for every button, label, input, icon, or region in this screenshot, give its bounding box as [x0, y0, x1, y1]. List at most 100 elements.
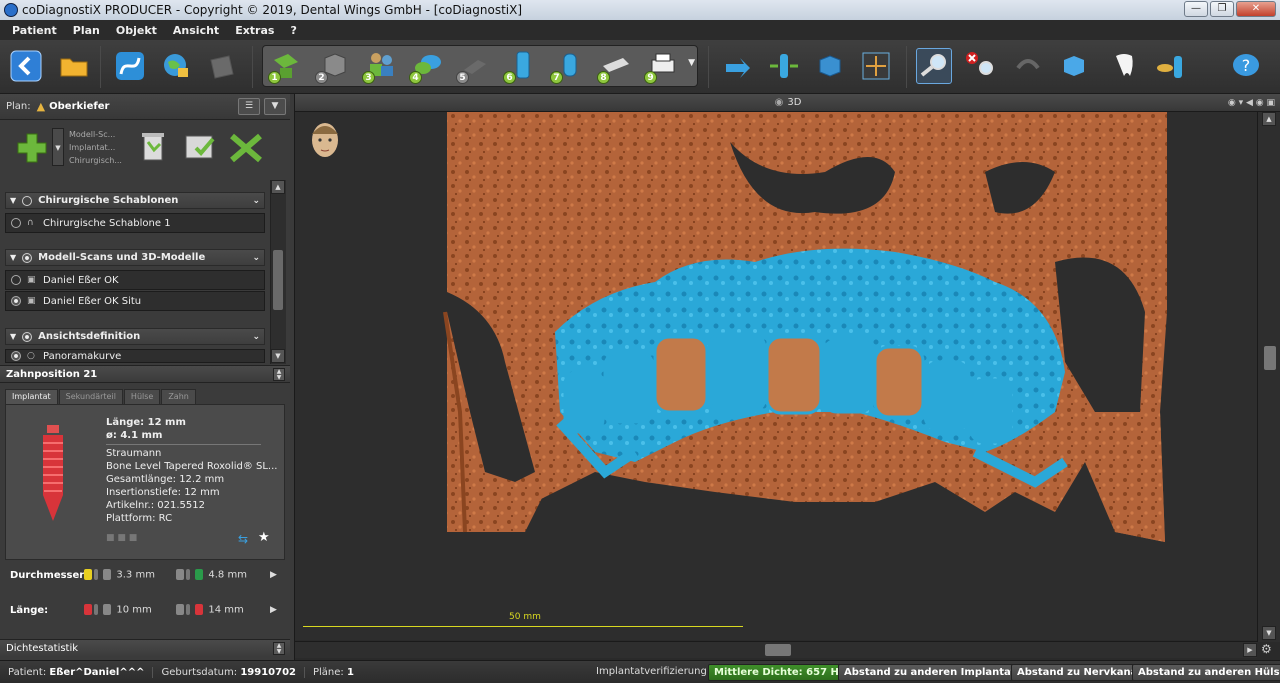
menu-patient[interactable]: Patient [4, 24, 65, 37]
sleeve-key-icon [1157, 56, 1182, 78]
distance-implants-button[interactable]: Abstand zu anderen Implantaten [838, 664, 1036, 681]
select-cube-button[interactable] [812, 48, 848, 84]
plan-bar: Plan: ▲ Oberkiefer ☰ ▼ [0, 94, 290, 120]
3d-scene[interactable]: 50 mm [295, 112, 1257, 640]
move-implant-button[interactable] [766, 48, 802, 84]
tree-item-model-ok[interactable]: ▣ Daniel Eßer OK [5, 270, 265, 290]
undo-button[interactable] [1010, 48, 1046, 84]
menu-ansicht[interactable]: Ansicht [165, 24, 227, 37]
folder-icon [60, 58, 88, 77]
globe-button[interactable] [158, 48, 194, 84]
add-menu-model-scan[interactable]: Modell-Sc... [69, 128, 122, 141]
wizard-step-7[interactable]: 7 [548, 46, 588, 86]
updown-icon[interactable]: ▲ ▼ [273, 642, 285, 655]
layers-button[interactable] [204, 48, 240, 84]
object-button[interactable] [1056, 48, 1092, 84]
collapse-icon[interactable]: ⌄ [252, 196, 260, 206]
open-folder-button[interactable] [56, 48, 92, 84]
diameter-option-large[interactable]: 4.8 mm [176, 569, 247, 581]
scroll-down-icon[interactable]: ▼ [271, 349, 285, 363]
view-controls-icon[interactable]: ◉ ▾ ◀ ◉ ▣ [1228, 94, 1275, 112]
favorite-star-icon[interactable]: ★ [258, 530, 270, 545]
plan-dropdown-button[interactable]: ▼ [264, 98, 286, 115]
close-button[interactable]: ✕ [1236, 1, 1276, 17]
wizard-step-2[interactable]: 2 [313, 46, 353, 86]
density-button[interactable]: Mittlere Dichte: 657 HU [708, 664, 854, 681]
collapse-icon[interactable]: ⌄ [252, 332, 260, 342]
tree-scrollbar[interactable]: ▲ ▼ [270, 180, 286, 364]
axes-button[interactable] [858, 48, 894, 84]
add-menu-surgical[interactable]: Chirurgisch... [69, 154, 122, 167]
minimize-button[interactable]: — [1184, 1, 1208, 17]
tab-sleeve[interactable]: Hülse [123, 389, 161, 404]
menu-extras[interactable]: Extras [227, 24, 282, 37]
add-menu-implant[interactable]: Implantat... [69, 141, 122, 154]
head-orientation-icon[interactable] [305, 118, 345, 166]
plan-value[interactable]: Oberkiefer [49, 101, 109, 112]
settings-gear-icon[interactable]: ⚙ [1261, 642, 1272, 656]
small-parts-icons[interactable]: ■ ■ ■ [106, 533, 137, 543]
curve-button[interactable] [112, 48, 148, 84]
section-view-definition[interactable]: ▼ Ansichtsdefinition ⌄ [5, 328, 265, 345]
transfer-button[interactable] [720, 48, 756, 84]
template-item-icon: ∩ [27, 218, 34, 228]
next-diameter-icon[interactable]: ▶ [270, 570, 277, 580]
scroll-up-icon[interactable]: ▲ [271, 180, 285, 194]
add-dropdown-button[interactable]: ▼ [52, 128, 64, 166]
scroll-down-icon[interactable]: ▼ [1262, 626, 1276, 640]
tree-item-panorama-curve[interactable]: ○ Panoramakurve [5, 349, 265, 363]
wizard-step-1[interactable]: 1 [266, 46, 306, 86]
view-horizontal-scrollbar[interactable]: ▶ [295, 641, 1257, 658]
h-scroll-thumb[interactable] [765, 644, 791, 656]
tab-secondary-part[interactable]: Sekundärteil [58, 389, 123, 404]
plan-menu-button[interactable]: ☰ [238, 98, 260, 115]
add-object-button[interactable] [14, 130, 50, 166]
discard-button[interactable] [228, 132, 264, 164]
back-button[interactable] [8, 48, 44, 84]
remove-magnify-button[interactable] [962, 48, 998, 84]
distance-sleeves-button[interactable]: Abstand zu anderen Hülsen [1132, 664, 1280, 681]
length-option-long[interactable]: 14 mm [176, 604, 244, 616]
collapse-icon[interactable]: ⌄ [252, 253, 260, 263]
wizard-step-8[interactable]: 8 [595, 46, 635, 86]
help-button[interactable]: ? [1228, 48, 1264, 84]
density-statistics-bar[interactable]: Dichtestatistik ▲ ▼ [0, 639, 290, 657]
next-length-icon[interactable]: ▶ [270, 605, 277, 615]
diameter-option-small[interactable]: 3.3 mm [84, 569, 155, 581]
magnify-button[interactable] [916, 48, 952, 84]
length-option-short[interactable]: 10 mm [84, 604, 152, 616]
menu-plan[interactable]: Plan [65, 24, 108, 37]
delete-button[interactable] [136, 128, 170, 166]
section-model-scans[interactable]: ▼ Modell-Scans und 3D-Modelle ⌄ [5, 249, 265, 266]
wizard-step-9[interactable]: 9 [642, 46, 682, 86]
v-scroll-thumb[interactable] [1264, 346, 1276, 370]
tree-item-surgical-template-1[interactable]: ∩ Chirurgische Schablone 1 [5, 213, 265, 233]
object-actions: ▼ Modell-Sc... Implantat... Chirurgisch.… [0, 120, 290, 180]
menu-objekt[interactable]: Objekt [108, 24, 165, 37]
tooth-position-bar[interactable]: Zahnposition 21 ▲ ▼ [0, 365, 290, 383]
wizard-step-4[interactable]: 4 [407, 46, 447, 86]
wizard-step-5[interactable]: 5 [454, 46, 494, 86]
maximize-button[interactable]: ❐ [1210, 1, 1234, 17]
updown-icon[interactable]: ▲ ▼ [273, 368, 285, 381]
section-surgical-templates[interactable]: ▼ Chirurgische Schablonen ⌄ [5, 192, 265, 209]
wizard-dropdown-icon[interactable]: ▼ [688, 58, 695, 68]
scroll-up-icon[interactable]: ▲ [1262, 112, 1276, 126]
tab-tooth[interactable]: Zahn [161, 389, 196, 404]
app-icon [4, 3, 18, 17]
view-3d: ◉ 3D ◉ ▾ ◀ ◉ ▣ 50 mm ▶ ▲ ▼ ⚙ [294, 94, 1280, 660]
status-patient: Patient: Eßer^Daniel^^^ [0, 666, 154, 678]
swap-icon[interactable]: ⇆ [238, 532, 248, 546]
scroll-right-icon[interactable]: ▶ [1243, 643, 1257, 657]
verify-button[interactable] [182, 130, 218, 166]
wizard-step-6[interactable]: 6 [501, 46, 541, 86]
distance-nerve-button[interactable]: Abstand zu Nervkanal [1011, 664, 1147, 681]
view-vertical-scrollbar[interactable]: ▲ ▼ [1257, 112, 1280, 642]
wizard-step-3[interactable]: 3 [360, 46, 400, 86]
sleeve-button[interactable] [1152, 48, 1188, 84]
tab-implant[interactable]: Implantat [5, 389, 58, 404]
tree-item-model-ok-situ[interactable]: ▣ Daniel Eßer OK Situ [5, 291, 265, 311]
tree-scroll-thumb[interactable] [273, 250, 283, 310]
tooth-button[interactable] [1106, 48, 1142, 84]
menu-help[interactable]: ? [282, 24, 304, 37]
